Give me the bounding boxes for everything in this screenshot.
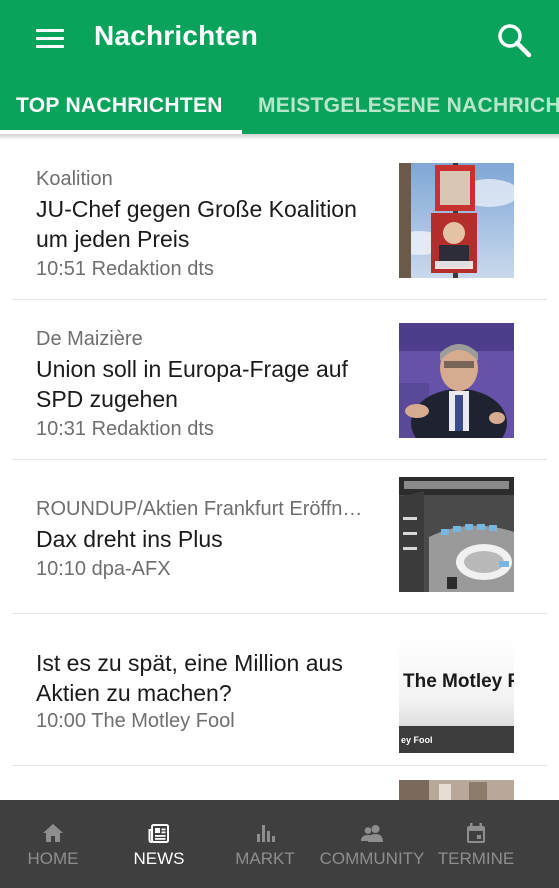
news-thumbnail-election-poster <box>399 163 514 278</box>
active-tab-indicator <box>0 130 242 134</box>
app-bar: Nachrichten <box>0 0 559 78</box>
search-icon[interactable] <box>492 18 536 62</box>
news-item[interactable]: De Maizière Union soll in Europa-Frage a… <box>0 300 559 460</box>
home-icon <box>43 824 63 842</box>
nav-news[interactable]: NEWS <box>120 800 198 888</box>
news-headline: Dax dreht ins Plus <box>36 526 223 552</box>
news-meta: 10:00 The Motley Fool <box>36 710 235 732</box>
news-thumbnail-politician <box>399 323 514 438</box>
news-item[interactable]: Ist es zu spät, eine Million aus Aktien … <box>0 614 559 766</box>
nav-markt[interactable]: MARKT <box>226 800 304 888</box>
newspaper-icon <box>148 824 169 843</box>
news-kicker: ROUNDUP/Aktien Frankfurt Eröffnung <box>36 498 368 520</box>
news-headline: Ist es zu spät, eine Million aus Aktien … <box>36 650 343 706</box>
bar-chart-icon <box>257 825 275 842</box>
nav-label: HOME <box>27 849 79 868</box>
nav-label: MARKT <box>235 849 295 868</box>
news-kicker: De Maizière <box>36 328 143 350</box>
nav-termine[interactable]: TERMINE <box>436 800 516 888</box>
news-item[interactable]: ROUNDUP/Aktien Frankfurt Eröffnung Dax d… <box>0 460 559 614</box>
news-thumbnail-motley-fool: The Motley F ey Fool <box>399 638 514 753</box>
motley-fool-caption-text: ey Fool <box>401 735 433 745</box>
people-icon <box>361 825 383 842</box>
news-thumbnail-stock-exchange <box>399 477 514 592</box>
news-item[interactable]: Koalition JU-Chef gegen Große Koalition … <box>0 140 559 300</box>
news-meta: 10:31 Redaktion dts <box>36 418 214 440</box>
news-thumbnail-partial <box>399 780 514 800</box>
bottom-navigation: HOME NEWS MARKT COMMUNITY TERMINE <box>0 800 559 888</box>
tab-bar: TOP NACHRICHTEN MEISTGELESENE NACHRICHTE… <box>0 78 559 134</box>
nav-label: COMMUNITY <box>319 849 425 868</box>
news-item-partial[interactable] <box>0 766 559 800</box>
nav-community[interactable]: COMMUNITY <box>318 800 426 888</box>
motley-fool-logo-text: The Motley F <box>403 671 514 692</box>
nav-label: NEWS <box>133 849 185 868</box>
hamburger-menu-icon[interactable] <box>26 20 74 60</box>
news-list: Koalition JU-Chef gegen Große Koalition … <box>0 140 559 800</box>
calendar-icon <box>467 823 485 843</box>
tab-meistgelesene-nachrichten[interactable]: MEISTGELESENE NACHRICHTEN <box>258 94 559 118</box>
news-meta: 10:51 Redaktion dts <box>36 258 214 280</box>
news-headline: JU-Chef gegen Große Koalition um jeden P… <box>36 196 357 252</box>
page-title: Nachrichten <box>94 20 259 51</box>
news-headline: Union soll in Europa-Frage auf SPD zugeh… <box>36 356 348 412</box>
nav-home[interactable]: HOME <box>14 800 92 888</box>
news-meta: 10:10 dpa-AFX <box>36 558 171 580</box>
news-kicker: Koalition <box>36 168 113 190</box>
nav-label: TERMINE <box>437 849 515 868</box>
tab-top-nachrichten[interactable]: TOP NACHRICHTEN <box>16 94 223 118</box>
